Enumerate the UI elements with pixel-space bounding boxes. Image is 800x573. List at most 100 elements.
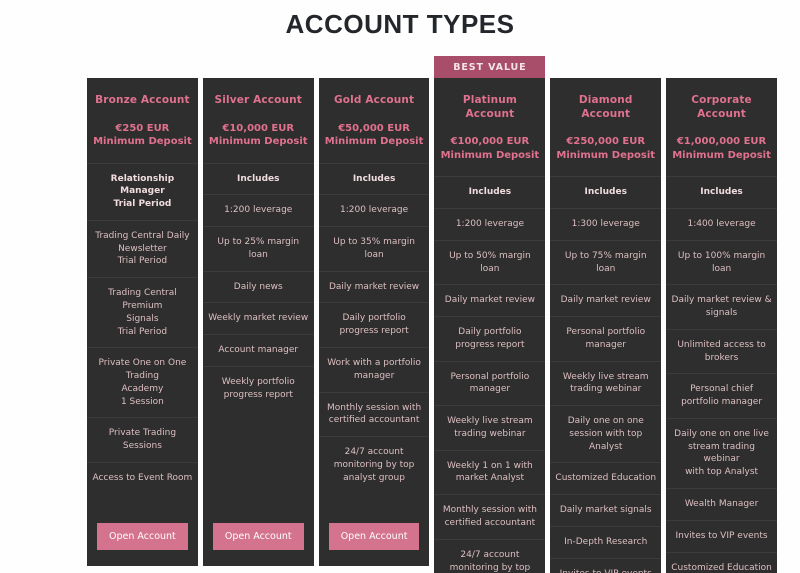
badge-slot	[319, 56, 430, 78]
feature-item: 24/7 accountmonitoring by topanalyst gro…	[434, 538, 546, 573]
feature-item: Daily market review	[550, 284, 662, 316]
plan-header: Gold Account €50,000 EUR Minimum Deposit	[319, 78, 430, 163]
plan-columns: Bronze Account €250 EUR Minimum Deposit Rel…	[87, 56, 777, 573]
plan-card: Platinum Account €100,000 EUR Minimum Depo…	[434, 78, 546, 573]
feature-item: Customized Education	[550, 462, 662, 494]
feature-item: Daily market review	[318, 270, 430, 303]
pricing-page: ACCOUNT TYPES Bronze Account €250 EUR Mini…	[0, 0, 800, 573]
feature-item: Access to Event Room	[87, 461, 198, 494]
feature-item: Daily market review	[434, 284, 546, 316]
plan-price: €50,000 EUR Minimum Deposit	[324, 122, 424, 148]
open-account-button[interactable]: Open Account	[328, 523, 420, 550]
best-value-badge: BEST VALUE	[434, 56, 546, 78]
feature-list: Relationship Manager Trial Period Trading …	[87, 162, 198, 494]
feature-heading: Includes	[318, 162, 430, 195]
plan-header: Silver Account €10,000 EUR Minimum Deposit	[203, 78, 314, 163]
feature-list: Includes 1:200 leverage Up to 25% margin l…	[202, 162, 314, 411]
feature-item: Up to 100% margin loan	[666, 239, 777, 285]
feature-item: Daily one on one session with top Analyst	[550, 405, 662, 462]
feature-item: Personal chief portfolio manager	[666, 373, 777, 418]
feature-item: Up to 75% margin loan	[550, 239, 662, 285]
feature-item: Weekly portfolio progress report	[202, 366, 314, 411]
feature-item: Work with a portfolio manager	[318, 347, 430, 392]
feature-item: Daily market signals	[550, 494, 662, 526]
badge-slot: BEST VALUE	[434, 56, 546, 78]
feature-item: Up to 25% margin loan	[202, 226, 314, 271]
feature-list: Includes 1:300 leverage Up to 75% margin l…	[550, 176, 662, 573]
plan-card: Gold Account €50,000 EUR Minimum Deposit In…	[318, 78, 430, 566]
badge-slot	[666, 56, 777, 78]
page-title: ACCOUNT TYPES	[285, 9, 515, 39]
plan-card: Corporate Account €1,000,000 EUR Minimum D…	[666, 78, 777, 573]
plan-price: €250,000 EUR Minimum Deposit	[556, 136, 656, 161]
plan-card: Diamond Account €250,000 EUR Minimum Depos…	[550, 78, 662, 573]
feature-item: 24/7 accountmonitoring by topanalyst gro…	[318, 436, 430, 493]
feature-item: Invites to VIP events	[666, 519, 777, 552]
open-account-button[interactable]: Open Account	[97, 523, 188, 550]
feature-item: 1:200 leverage	[318, 194, 430, 226]
plan-footer: Open Account	[319, 509, 430, 566]
feature-item: Personal portfolio manager	[434, 360, 546, 406]
feature-item: Invites to VIP events	[550, 557, 662, 573]
badge-slot	[203, 56, 314, 78]
feature-item: Trading Central Premium Signals Trial Perio…	[87, 277, 198, 347]
feature-heading: Includes	[202, 162, 314, 195]
feature-item: Up to 50% margin loan	[434, 239, 546, 285]
feature-item: Customized Education	[666, 551, 777, 573]
plan-footer: Open Account	[203, 509, 314, 566]
feature-heading: Includes	[550, 176, 662, 208]
plan-price: €250 EUR Minimum Deposit	[93, 122, 192, 148]
feature-item: Daily portfolio progress report	[318, 302, 430, 347]
feature-item: 1:300 leverage	[550, 208, 662, 240]
plan-card: Bronze Account €250 EUR Minimum Deposit Rel…	[87, 78, 198, 566]
plan-price: €10,000 EUR Minimum Deposit	[208, 122, 308, 148]
feature-item: 1:200 leverage	[202, 194, 314, 226]
plan-column-diamond: Diamond Account €250,000 EUR Minimum Depos…	[550, 56, 662, 573]
plan-card: Silver Account €10,000 EUR Minimum Deposit…	[202, 78, 314, 566]
feature-item: Unlimited access to brokers	[666, 328, 777, 374]
plan-name: Bronze Account	[95, 94, 190, 106]
plan-column-corporate: Corporate Account €1,000,000 EUR Minimum D…	[666, 56, 777, 573]
feature-item: Monthly session with certified accountant	[434, 494, 546, 539]
plan-name: Gold Account	[333, 94, 415, 106]
open-account-button[interactable]: Open Account	[212, 523, 304, 550]
feature-item: Weekly live stream trading webinar	[550, 360, 662, 406]
plan-price: €100,000 EUR Minimum Deposit	[440, 136, 540, 161]
feature-item: Wealth Manager	[666, 488, 777, 520]
feature-item: Trading Central Daily Newsletter Trial Per…	[87, 219, 198, 277]
feature-item: 1:400 leverage	[666, 208, 777, 240]
plan-column-silver: Silver Account €10,000 EUR Minimum Deposit…	[202, 56, 314, 566]
feature-item: Account manager	[202, 334, 314, 366]
plan-header: Bronze Account €250 EUR Minimum Deposit	[87, 78, 198, 163]
feature-heading: Includes	[434, 176, 546, 208]
plan-name: Diamond Account	[578, 94, 633, 120]
plan-footer: Open Account	[87, 509, 198, 566]
feature-item: In-Depth Research	[550, 526, 662, 558]
plan-header: Diamond Account €250,000 EUR Minimum Depos…	[550, 78, 661, 176]
plan-header: Corporate Account €1,000,000 EUR Minimum D…	[666, 78, 777, 176]
plan-column-bronze: Bronze Account €250 EUR Minimum Deposit Rel…	[87, 56, 198, 566]
feature-list: Includes 1:400 leverage Up to 100% margin l…	[666, 176, 777, 573]
feature-item: Personal portfolio manager	[550, 316, 662, 361]
feature-item: Weekly 1 on 1 with market Analyst	[434, 449, 546, 495]
feature-list: Includes 1:200 leverage Up to 50% margin l…	[434, 176, 546, 573]
feature-item: Up to 35% margin loan	[318, 226, 430, 271]
feature-item: Monthly session with certified accountant	[318, 391, 430, 437]
feature-item: Private Trading Sessions	[87, 417, 198, 462]
feature-heading: Includes	[666, 176, 777, 208]
feature-item: Weekly live stream trading webinar	[434, 405, 546, 450]
plan-name: Corporate Account	[691, 94, 752, 120]
feature-item: Daily news	[202, 270, 314, 303]
plan-name: Platinum Account	[462, 94, 517, 120]
plan-header: Platinum Account €100,000 EUR Minimum Depo…	[434, 78, 545, 176]
feature-item: Private One on One Trading Academy 1 Sessio…	[87, 347, 198, 417]
plan-column-platinum: BEST VALUE Platinum Account €100,000 EUR Mi…	[434, 56, 546, 573]
feature-list: Includes 1:200 leverage Up to 35% margin l…	[318, 162, 430, 494]
plan-name: Silver Account	[214, 94, 302, 106]
feature-item: 1:200 leverage	[434, 208, 546, 240]
feature-heading: Relationship Manager Trial Period	[87, 162, 198, 220]
badge-slot	[550, 56, 661, 78]
feature-item: Daily market review & signals	[666, 284, 777, 329]
feature-item: Daily portfolio progress report	[434, 316, 546, 361]
plan-column-gold: Gold Account €50,000 EUR Minimum Deposit In…	[318, 56, 430, 566]
